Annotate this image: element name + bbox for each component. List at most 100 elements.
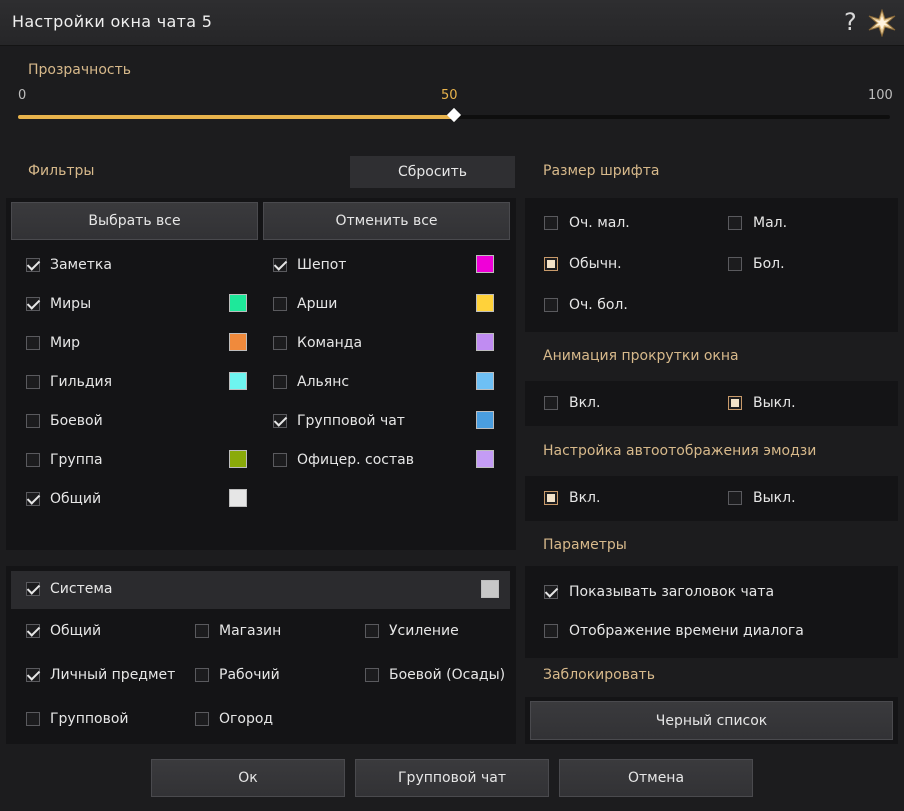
system-item-checkbox[interactable]: [26, 712, 40, 726]
reset-button[interactable]: Сбросить: [350, 156, 515, 188]
emoji-label: Настройка автоотображения эмодзи: [543, 443, 817, 459]
filter-color-swatch[interactable]: [476, 294, 494, 312]
filter-checkbox[interactable]: [26, 297, 40, 311]
font-size-option-label: Оч. бол.: [569, 297, 628, 313]
font-size-radio[interactable]: [728, 257, 742, 271]
system-item-label: Огород: [219, 711, 274, 727]
slider-thumb[interactable]: [446, 107, 462, 123]
filter-label: Альянс: [297, 374, 350, 390]
font-size-option-label: Бол.: [753, 256, 785, 272]
system-item-checkbox[interactable]: [195, 624, 209, 638]
filter-label: Арши: [297, 296, 338, 312]
filter-color-swatch[interactable]: [229, 372, 247, 390]
filter-color-swatch[interactable]: [476, 255, 494, 273]
system-item-checkbox[interactable]: [195, 712, 209, 726]
emoji-option-label: Вкл.: [569, 490, 601, 506]
emoji-option-label: Выкл.: [753, 490, 796, 506]
system-color-swatch[interactable]: [481, 580, 499, 598]
select-all-button[interactable]: Выбрать все: [11, 202, 258, 240]
emoji-radio[interactable]: [728, 491, 742, 505]
system-item-label: Личный предмет: [50, 667, 176, 683]
filter-label: Миры: [50, 296, 92, 312]
system-item-checkbox[interactable]: [365, 668, 379, 682]
font-size-radio[interactable]: [728, 216, 742, 230]
font-size-option-label: Мал.: [753, 215, 788, 231]
system-checkbox[interactable]: [26, 582, 40, 596]
filter-checkbox[interactable]: [26, 492, 40, 506]
scroll-animation-radio[interactable]: [544, 396, 558, 410]
system-item-checkbox[interactable]: [195, 668, 209, 682]
system-item-checkbox[interactable]: [26, 668, 40, 682]
param-checkbox[interactable]: [544, 624, 558, 638]
system-item-label: Боевой (Осады): [389, 667, 506, 683]
deselect-all-button[interactable]: Отменить все: [263, 202, 510, 240]
slider-min-label: 0: [18, 88, 27, 103]
font-size-radio[interactable]: [544, 257, 558, 271]
system-item-label: Усиление: [389, 623, 459, 639]
scroll-animation-label: Анимация прокрутки окна: [543, 348, 739, 364]
scroll-animation-option-label: Выкл.: [753, 395, 796, 411]
emoji-radio[interactable]: [544, 491, 558, 505]
filter-color-swatch[interactable]: [229, 294, 247, 312]
font-size-radio[interactable]: [544, 216, 558, 230]
filter-checkbox[interactable]: [273, 414, 287, 428]
params-panel: [525, 566, 898, 658]
question-mark-icon[interactable]: ?: [844, 8, 857, 36]
slider-fill: [18, 115, 454, 119]
slider-max-label: 100: [868, 88, 893, 103]
filter-checkbox[interactable]: [273, 297, 287, 311]
transparency-slider[interactable]: [18, 107, 890, 123]
filter-checkbox[interactable]: [26, 336, 40, 350]
filter-label: Заметка: [50, 257, 112, 273]
filter-color-swatch[interactable]: [476, 450, 494, 468]
transparency-label: Прозрачность: [28, 62, 131, 78]
filter-checkbox[interactable]: [26, 375, 40, 389]
filter-checkbox[interactable]: [273, 258, 287, 272]
filter-color-swatch[interactable]: [229, 450, 247, 468]
window-title: Настройки окна чата 5: [12, 12, 213, 31]
filter-label: Гильдия: [50, 374, 113, 390]
system-item-checkbox[interactable]: [365, 624, 379, 638]
filters-label: Фильтры: [28, 163, 95, 179]
filter-checkbox[interactable]: [26, 453, 40, 467]
group-chat-button[interactable]: Групповой чат: [355, 759, 549, 797]
filter-color-swatch[interactable]: [476, 372, 494, 390]
system-label: Система: [50, 581, 113, 597]
filter-checkbox[interactable]: [273, 375, 287, 389]
filter-color-swatch[interactable]: [229, 333, 247, 351]
font-size-option-label: Оч. мал.: [569, 215, 630, 231]
filter-checkbox[interactable]: [26, 258, 40, 272]
blacklist-button[interactable]: Черный список: [530, 701, 893, 740]
system-item-label: Рабочий: [219, 667, 280, 683]
slider-value-label: 50: [441, 88, 458, 103]
filter-checkbox[interactable]: [273, 453, 287, 467]
param-checkbox[interactable]: [544, 585, 558, 599]
filter-label: Боевой: [50, 413, 103, 429]
filter-checkbox[interactable]: [273, 336, 287, 350]
filter-label: Мир: [50, 335, 81, 351]
filter-label: Шепот: [297, 257, 347, 273]
system-item-checkbox[interactable]: [26, 624, 40, 638]
ok-button[interactable]: Ок: [151, 759, 345, 797]
system-item-label: Общий: [50, 623, 102, 639]
param-label: Отображение времени диалога: [569, 623, 804, 639]
font-size-radio[interactable]: [544, 298, 558, 312]
filter-label: Групповой чат: [297, 413, 405, 429]
system-item-label: Групповой: [50, 711, 129, 727]
font-size-option-label: Обычн.: [569, 256, 622, 272]
filter-color-swatch[interactable]: [229, 489, 247, 507]
filter-label: Общий: [50, 491, 102, 507]
params-label: Параметры: [543, 537, 627, 553]
param-label: Показывать заголовок чата: [569, 584, 775, 600]
filter-label: Группа: [50, 452, 103, 468]
filter-color-swatch[interactable]: [476, 411, 494, 429]
cancel-button[interactable]: Отмена: [559, 759, 753, 797]
filter-color-swatch[interactable]: [476, 333, 494, 351]
filter-label: Команда: [297, 335, 363, 351]
filter-checkbox[interactable]: [26, 414, 40, 428]
block-label: Заблокировать: [543, 667, 655, 683]
scroll-animation-radio[interactable]: [728, 396, 742, 410]
font-size-label: Размер шрифта: [543, 163, 660, 179]
system-item-label: Магазин: [219, 623, 282, 639]
star-close-icon[interactable]: [868, 9, 896, 37]
